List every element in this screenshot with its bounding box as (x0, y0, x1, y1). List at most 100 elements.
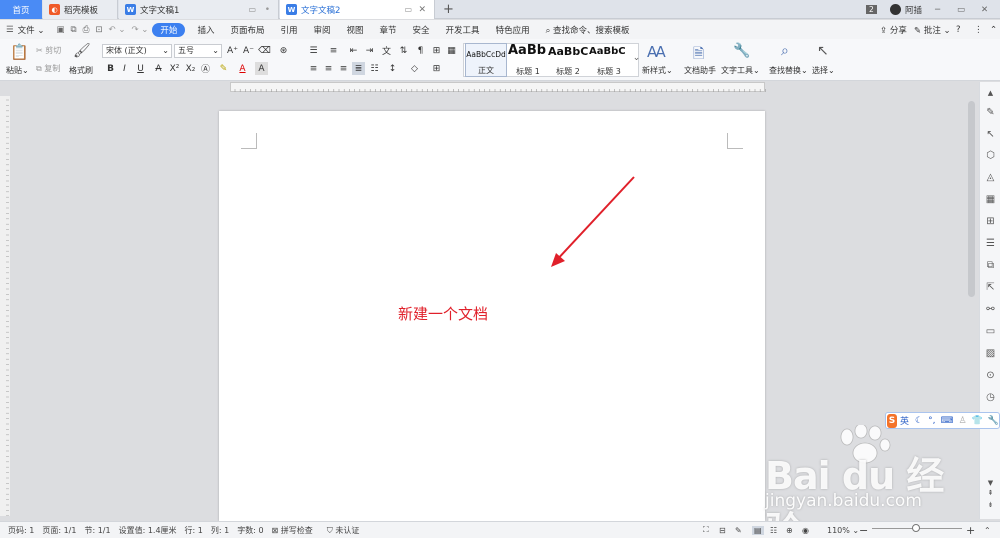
navigate-icon[interactable]: ⊙ (984, 369, 997, 382)
image-icon[interactable]: ▨ (984, 347, 997, 360)
strikethrough-icon[interactable]: A (152, 62, 165, 75)
horizontal-ruler[interactable] (230, 82, 766, 92)
cut-button[interactable]: ✂ 剪切 (36, 45, 61, 56)
tab-insert[interactable]: 插入 (189, 24, 222, 36)
numbered-list-icon[interactable]: ≡ (327, 44, 340, 57)
settings-wrench-icon[interactable]: 🔧 (988, 416, 999, 426)
hamburger-icon[interactable]: ☰ (6, 25, 14, 35)
document-body-text[interactable]: 新建一个文档 (398, 303, 488, 324)
style-gallery-expand-icon[interactable]: ⌄ (630, 51, 643, 64)
page-view-icon[interactable]: ▤ (752, 525, 764, 535)
style-heading2[interactable]: AaBbC 标题 2 (548, 43, 588, 77)
tab-start[interactable]: 开始 (152, 22, 186, 37)
tab-doc1[interactable]: W 文字文稿1 ▭ • (119, 0, 279, 19)
print-icon[interactable]: ⎙ (83, 25, 90, 35)
zoom-slider-knob[interactable] (912, 524, 920, 532)
shading-icon[interactable]: ◇ (408, 62, 421, 75)
status-word-count[interactable]: 字数: 0 (237, 525, 263, 536)
vertical-ruler[interactable] (0, 96, 10, 517)
preview-icon[interactable]: ⊡ (95, 25, 102, 35)
table-icon[interactable]: ▦ (984, 193, 997, 206)
certification-status[interactable]: ⛉ 未认证 (327, 525, 360, 536)
zoom-out-button[interactable]: − (859, 524, 868, 537)
status-section[interactable]: 节: 1/1 (84, 525, 110, 536)
undo-icon[interactable]: ↶ ⌄ (109, 25, 126, 35)
tab-page-layout[interactable]: 页面布局 (222, 24, 272, 36)
close-window-button[interactable]: ✕ (981, 0, 988, 19)
fullscreen-icon[interactable]: ⛶ (703, 525, 709, 535)
minimize-button[interactable]: ─ (935, 0, 940, 19)
paste-icon[interactable]: 📋 (10, 43, 29, 61)
status-row[interactable]: 行: 1 (185, 525, 203, 536)
user-account[interactable]: 阿插 (890, 0, 922, 19)
tab-templates[interactable]: ◐ 稻壳模板 (43, 0, 118, 19)
save-icon[interactable]: ▣ (56, 25, 64, 35)
grow-font-icon[interactable]: A⁺ (226, 44, 239, 57)
underline-icon[interactable]: U (134, 62, 147, 75)
chinese-layout-icon[interactable]: 文 (380, 44, 393, 57)
ime-mode[interactable]: 英 (900, 414, 909, 427)
text-tools-icon[interactable]: 🔧 (733, 43, 750, 59)
tab-view[interactable]: 视图 (339, 24, 372, 36)
char-shading-icon[interactable]: A (255, 62, 268, 75)
next-page-icon[interactable]: ⇟ (984, 498, 997, 511)
punctuation-icon[interactable]: °, (928, 416, 935, 426)
frame-icon[interactable]: ▭ (984, 325, 997, 338)
find-replace-button[interactable]: 查找替换⌄ (769, 65, 808, 76)
new-style-button[interactable]: 新样式⌄ (642, 65, 673, 76)
line-spacing-icon[interactable]: ↕ (386, 62, 399, 75)
font-color-icon[interactable]: A (236, 62, 249, 75)
status-settings-icon[interactable]: ⌃ (984, 526, 991, 535)
reading-mode-icon[interactable]: ⊟ (719, 526, 726, 535)
status-pages[interactable]: 页面: 1/1 (42, 525, 76, 536)
close-icon[interactable]: ✕ (418, 5, 426, 15)
tab-home[interactable]: 首页 (0, 0, 42, 19)
borders-icon[interactable]: ⊞ (430, 62, 443, 75)
style-icon[interactable]: ◬ (984, 171, 997, 184)
collapse-ribbon-icon[interactable]: ⌃ (982, 25, 1000, 35)
cursor-icon[interactable]: ↖ (984, 128, 997, 141)
show-marks-icon[interactable]: ¶ (414, 44, 427, 57)
style-normal[interactable]: AaBbCcDd 正文 (465, 43, 507, 77)
font-name-select[interactable]: 宋体 (正文) ⌄ (102, 44, 172, 58)
scroll-up-icon[interactable]: ▲ (984, 86, 997, 99)
superscript-icon[interactable]: X² (168, 62, 181, 75)
bullet-list-icon[interactable]: ☰ (307, 44, 320, 57)
pen-icon[interactable]: ✎ (984, 106, 997, 119)
find-replace-icon[interactable]: ⌕ (781, 43, 789, 59)
clear-format-icon[interactable]: ⌫ (258, 44, 271, 57)
tab-security[interactable]: 安全 (405, 24, 438, 36)
moon-icon[interactable]: ☾ (915, 416, 923, 426)
bold-icon[interactable]: B (104, 62, 117, 75)
export-side-icon[interactable]: ⇱ (984, 281, 997, 294)
menu-file[interactable]: 文件 ⌄ (16, 24, 53, 36)
text-tools-button[interactable]: 文字工具⌄ (721, 65, 760, 76)
keyboard-icon[interactable]: ⌨ (940, 416, 953, 426)
gallery-icon[interactable]: ⧉ (984, 259, 997, 272)
zoom-level[interactable]: 110% ⌄ (827, 526, 859, 535)
status-page-number[interactable]: 页码: 1 (8, 525, 34, 536)
justify-icon[interactable]: ≣ (352, 62, 365, 75)
vertical-scrollbar[interactable] (968, 99, 976, 519)
window-count-badge[interactable]: 2 (866, 0, 877, 19)
history-icon[interactable]: ◷ (984, 391, 997, 404)
text-effect-icon[interactable]: Ⓐ (199, 62, 212, 75)
paste-button[interactable]: 粘贴⌄ (6, 65, 29, 76)
command-search[interactable]: ⌕ 查找命令、搜索模板 (538, 24, 638, 36)
tab-references[interactable]: 引用 (272, 24, 305, 36)
increase-indent-icon[interactable]: ⇥ (363, 44, 376, 57)
document-page[interactable]: 新建一个文档 (219, 111, 765, 521)
eye-protection-icon[interactable]: ◉ (802, 526, 809, 535)
shrink-font-icon[interactable]: A⁻ (242, 44, 255, 57)
tab-special-apps[interactable]: 特色应用 (488, 24, 538, 36)
shapes-icon[interactable]: ⬡ (984, 149, 997, 162)
sort-icon[interactable]: ⇅ (397, 44, 410, 57)
style-heading1[interactable]: AaBb 标题 1 (508, 43, 548, 77)
align-left-icon[interactable]: ≡ (307, 62, 320, 75)
doc-assistant-button[interactable]: 文档助手 (684, 65, 716, 76)
tab-developer[interactable]: 开发工具 (438, 24, 488, 36)
redo-icon[interactable]: ↷ ⌄ (131, 25, 148, 35)
outline-view-icon[interactable]: ☷ (770, 526, 777, 535)
decrease-indent-icon[interactable]: ⇤ (347, 44, 360, 57)
ime-toolbar[interactable]: S 英 ☾ °, ⌨ ♙ 👕 🔧 (885, 412, 1000, 429)
